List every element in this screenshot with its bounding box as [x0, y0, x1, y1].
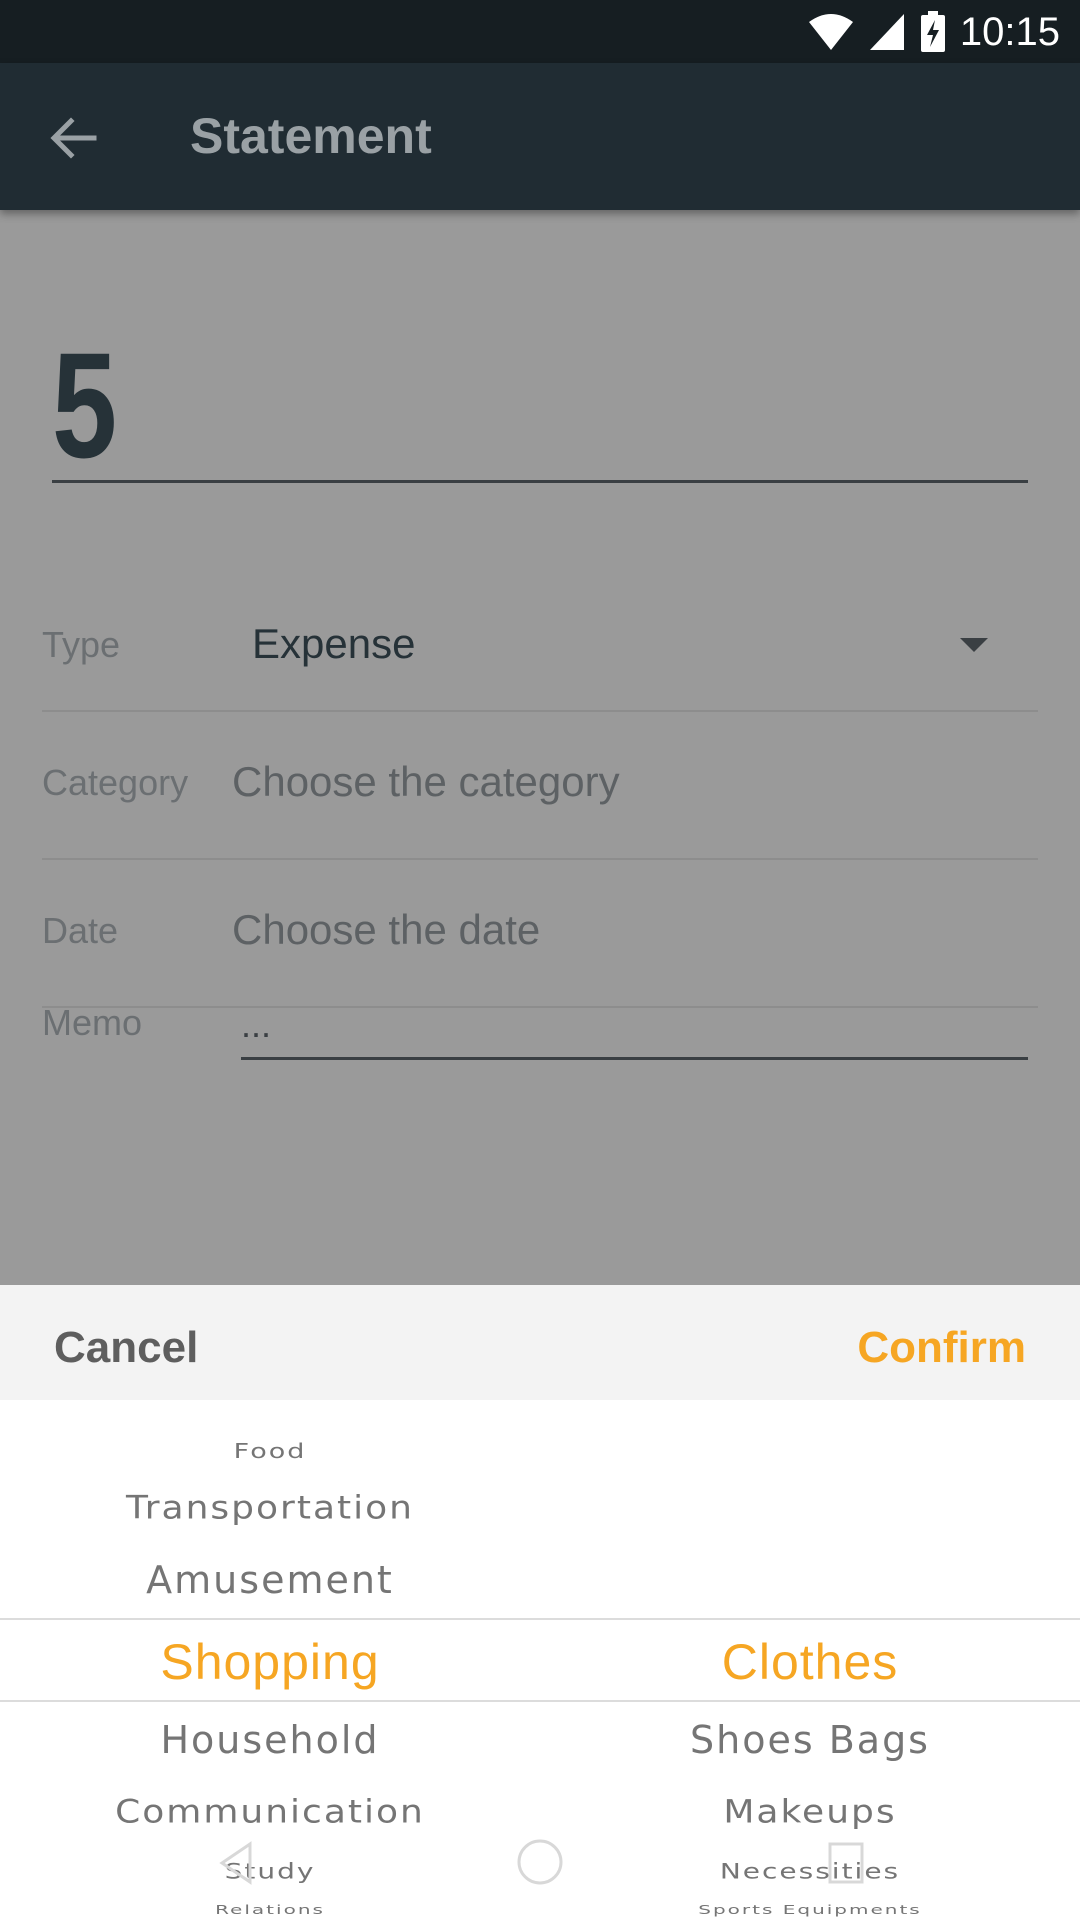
cancel-button[interactable]: Cancel	[54, 1323, 198, 1373]
navigation-bar	[0, 1830, 1080, 1910]
back-arrow-icon[interactable]	[46, 111, 100, 165]
date-row[interactable]: Date Choose the date	[42, 858, 1038, 1008]
picker-item[interactable]: Transportation	[0, 1490, 540, 1526]
status-bar: 10:15	[0, 0, 1080, 63]
memo-input[interactable]: ...	[241, 990, 1028, 1060]
category-row[interactable]: Category Choose the category	[42, 710, 1038, 860]
picker-item[interactable]: Food	[0, 1440, 540, 1463]
nav-home-icon[interactable]	[516, 1838, 564, 1886]
picker-item-selected[interactable]: Shopping	[0, 1633, 540, 1691]
nav-recents-icon[interactable]	[826, 1840, 866, 1886]
status-icons: 10:15	[808, 10, 1060, 54]
category-field[interactable]: Choose the category	[232, 758, 620, 806]
confirm-button[interactable]: Confirm	[857, 1323, 1026, 1373]
battery-charging-icon	[920, 11, 945, 52]
type-value[interactable]: Expense	[252, 620, 415, 668]
amount-value[interactable]: 5	[52, 330, 117, 480]
status-time: 10:15	[959, 9, 1060, 54]
memo-label: Memo	[42, 1002, 143, 1043]
picker-header: Cancel Confirm	[0, 1285, 1080, 1400]
nav-back-icon[interactable]	[216, 1840, 256, 1886]
category-label: Category	[42, 762, 189, 803]
amount-underline	[52, 480, 1028, 483]
dropdown-caret-icon[interactable]	[960, 638, 988, 652]
cell-signal-icon	[869, 14, 904, 50]
type-label: Type	[42, 624, 121, 665]
date-label: Date	[42, 910, 119, 951]
picker-item[interactable]: Shoes Bags	[540, 1718, 1080, 1762]
picker-item[interactable]: Household	[0, 1718, 540, 1762]
page-title: Statement	[190, 108, 432, 164]
picker-item-selected[interactable]: Clothes	[540, 1633, 1080, 1691]
app-bar: Statement	[0, 63, 1080, 210]
type-row[interactable]: Type Expense	[42, 572, 1038, 712]
picker-item[interactable]: Amusement	[0, 1558, 540, 1602]
statement-form: 5 Type Expense Category Choose the categ…	[0, 210, 1080, 1285]
wifi-icon	[808, 14, 853, 50]
memo-row: Memo ...	[42, 990, 1038, 1080]
picker-item[interactable]: Communication	[0, 1794, 540, 1830]
picker-item[interactable]: Makeups	[540, 1794, 1080, 1830]
date-field[interactable]: Choose the date	[232, 906, 540, 954]
